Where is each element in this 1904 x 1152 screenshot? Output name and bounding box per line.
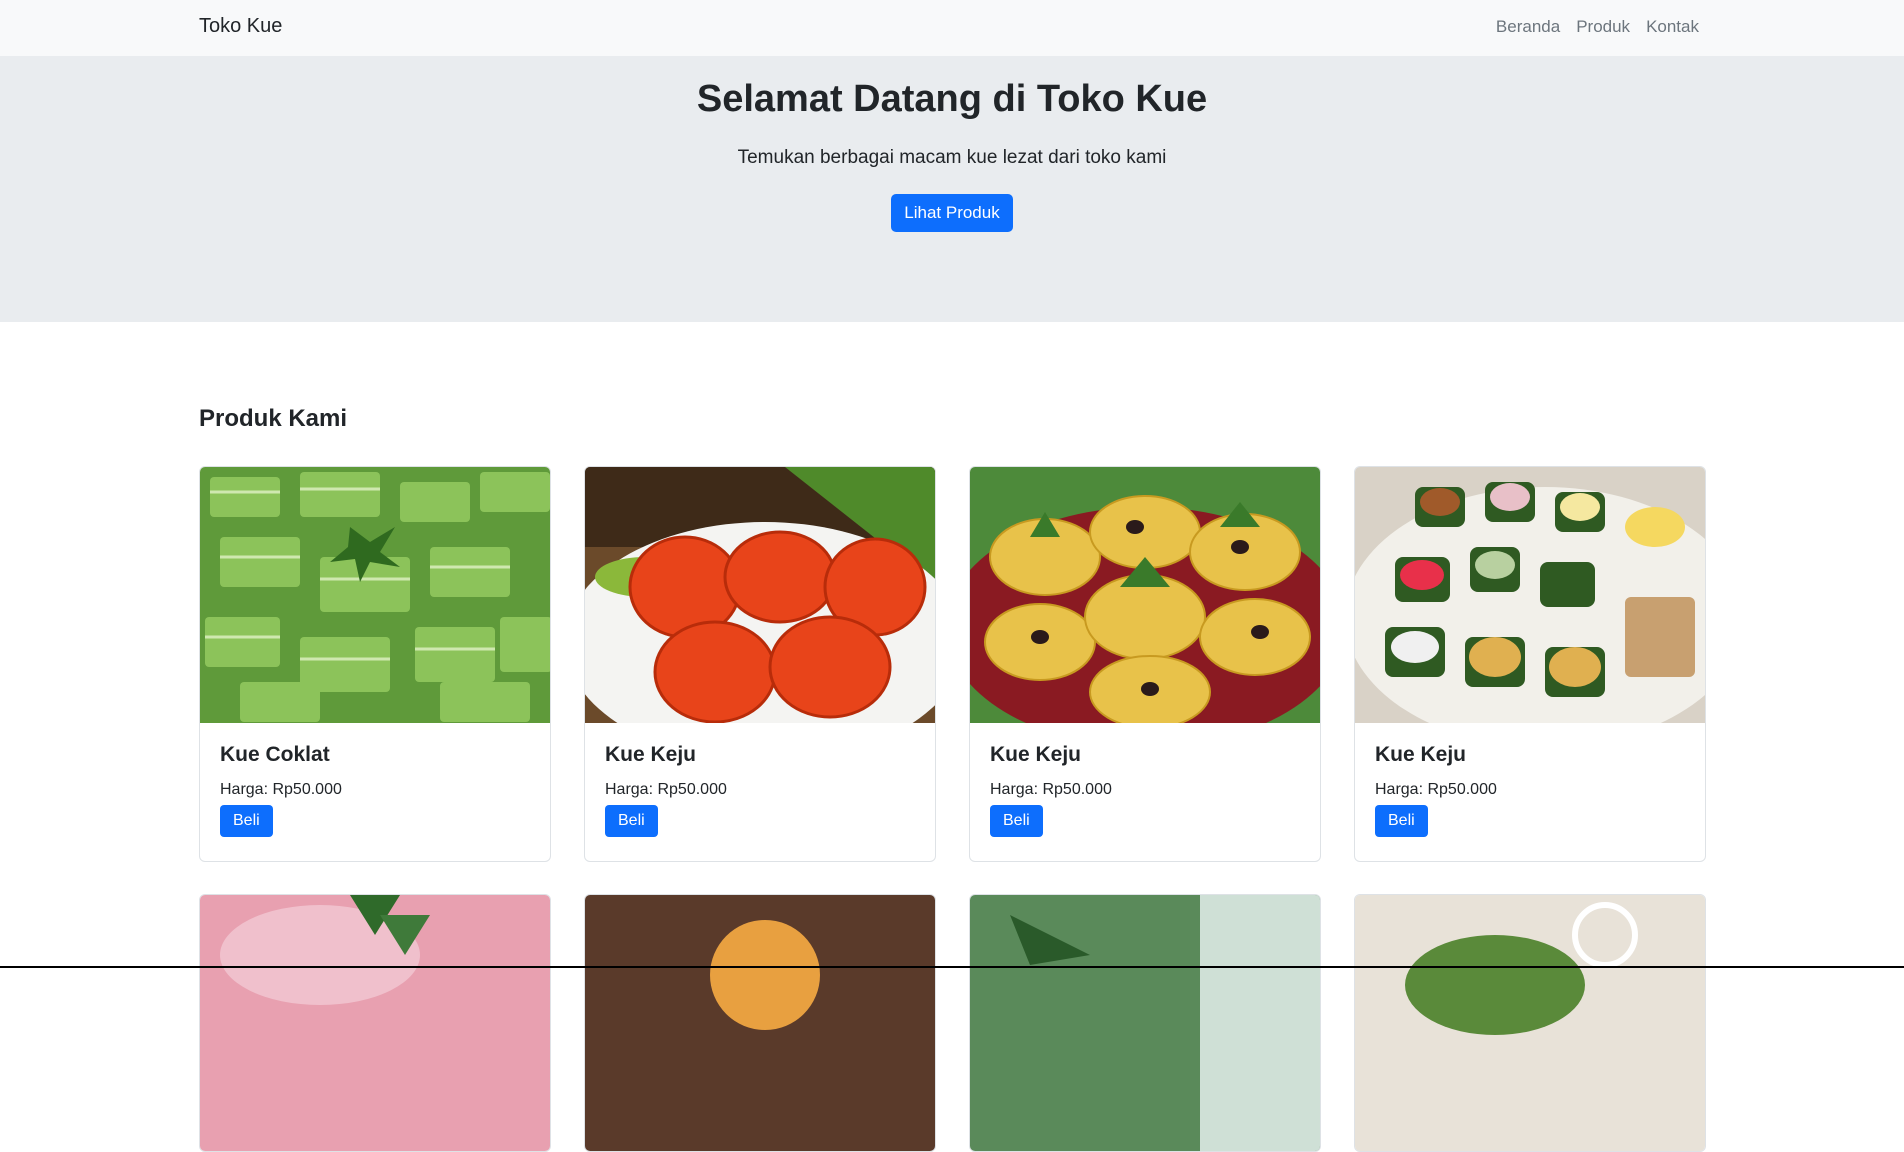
product-name: Kue Coklat: [220, 743, 530, 767]
card-body: Kue Keju Harga: Rp50.000 Beli: [1355, 723, 1705, 861]
hero-subtitle: Temukan berbagai macam kue lezat dari to…: [0, 147, 1904, 169]
nav-links: Beranda Produk Kontak: [1496, 17, 1699, 37]
product-price: Harga: Rp50.000: [990, 781, 1300, 799]
view-products-button[interactable]: Lihat Produk: [891, 194, 1012, 232]
buy-button[interactable]: Beli: [220, 805, 273, 837]
product-image-assorted-kue[interactable]: [1355, 467, 1705, 723]
product-name: Kue Keju: [1375, 743, 1685, 767]
nav-link-beranda[interactable]: Beranda: [1496, 17, 1560, 37]
product-image-green-kue-tray[interactable]: [1355, 895, 1705, 1151]
product-price: Harga: Rp50.000: [1375, 781, 1685, 799]
product-name: Kue Keju: [605, 743, 915, 767]
product-card: [1354, 894, 1706, 1152]
product-price: Harga: Rp50.000: [220, 781, 530, 799]
product-card: [969, 894, 1321, 1152]
brand-link[interactable]: Toko Kue: [199, 15, 282, 38]
product-card: Kue Coklat Harga: Rp50.000 Beli: [199, 466, 551, 862]
product-image-green-leaf-kue[interactable]: [970, 895, 1320, 1151]
hero-section: Selamat Datang di Toko Kue Temukan berba…: [0, 56, 1904, 322]
product-card: [584, 894, 936, 1152]
product-image-red-turtle-cake[interactable]: [585, 467, 935, 723]
product-image-pink-kue[interactable]: [200, 895, 550, 1151]
product-card: Kue Keju Harga: Rp50.000 Beli: [969, 466, 1321, 862]
product-grid: Kue Coklat Harga: Rp50.000 Beli: [199, 466, 1706, 1152]
nav-link-produk[interactable]: Produk: [1576, 17, 1630, 37]
products-title: Produk Kami: [199, 405, 347, 433]
product-image-yellow-kue-lumpur[interactable]: [970, 467, 1320, 723]
hero-title: Selamat Datang di Toko Kue: [0, 78, 1904, 121]
product-price: Harga: Rp50.000: [605, 781, 915, 799]
card-body: Kue Keju Harga: Rp50.000 Beli: [970, 723, 1320, 861]
product-card: Kue Keju Harga: Rp50.000 Beli: [1354, 466, 1706, 862]
product-card: [199, 894, 551, 1152]
buy-button[interactable]: Beli: [605, 805, 658, 837]
product-name: Kue Keju: [990, 743, 1300, 767]
card-body: Kue Keju Harga: Rp50.000 Beli: [585, 723, 935, 861]
buy-button[interactable]: Beli: [990, 805, 1043, 837]
card-body: Kue Coklat Harga: Rp50.000 Beli: [200, 723, 550, 861]
product-card: Kue Keju Harga: Rp50.000 Beli: [584, 466, 936, 862]
nav-link-kontak[interactable]: Kontak: [1646, 17, 1699, 37]
buy-button[interactable]: Beli: [1375, 805, 1428, 837]
product-image-sesame-ball[interactable]: [585, 895, 935, 1151]
navbar: Toko Kue Beranda Produk Kontak: [0, 0, 1904, 56]
product-image-green-layer-cake[interactable]: [200, 467, 550, 723]
